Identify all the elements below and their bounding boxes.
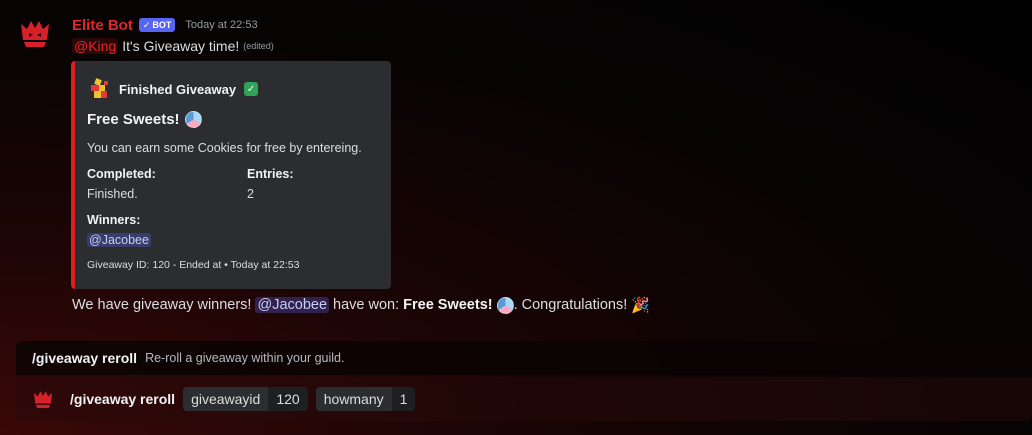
- option-howmany[interactable]: howmany 1: [315, 387, 416, 411]
- command-hint[interactable]: /giveaway reroll Re-roll a giveaway with…: [16, 341, 1032, 375]
- mention-jacobee-winner[interactable]: @Jacobee: [255, 297, 330, 313]
- message-header: Elite Bot ✓ BOT Today at 22:53: [72, 16, 258, 34]
- option-key: howmany: [315, 387, 392, 411]
- embed-description: You can earn some Cookies for free by en…: [87, 141, 362, 155]
- embed-footer: Giveaway ID: 120 - Ended at • Today at 2…: [87, 259, 300, 271]
- field-completed-name: Completed:: [87, 167, 156, 181]
- gift-icon: [91, 78, 108, 98]
- edited-label: (edited): [243, 41, 274, 51]
- bot-message: Elite Bot ✓ BOT Today at 22:53 @King It'…: [0, 0, 1032, 330]
- party-popper-icon: 🎉: [631, 297, 650, 314]
- field-entries-value: 2: [247, 187, 254, 201]
- embed-title-text: Free Sweets!: [87, 111, 180, 128]
- check-mark-icon: ✓: [244, 82, 259, 96]
- winners-message: We have giveaway winners! @Jacobee have …: [72, 296, 650, 314]
- embed-author: Finished Giveaway ✓: [89, 77, 259, 101]
- field-winners-name: Winners:: [87, 213, 141, 227]
- check-icon: ✓: [142, 19, 151, 30]
- bot-avatar[interactable]: [18, 16, 52, 50]
- bot-avatar-small: [33, 391, 53, 409]
- field-entries-name: Entries:: [247, 167, 294, 181]
- shaved-ice-icon: [184, 111, 202, 128]
- option-value[interactable]: 120: [268, 387, 308, 411]
- winners-middle: have won:: [333, 297, 400, 313]
- field-entries: Entries: 2: [247, 167, 294, 201]
- field-winners: Winners: @Jacobee: [87, 213, 151, 247]
- giveaway-embed: Finished Giveaway ✓ Free Sweets! You can…: [71, 61, 391, 289]
- embed-author-name: Finished Giveaway: [119, 81, 237, 97]
- field-completed: Completed: Finished.: [87, 167, 156, 201]
- bot-tag-label: BOT: [152, 20, 172, 30]
- shaved-ice-icon: [496, 296, 514, 314]
- username[interactable]: Elite Bot: [72, 17, 133, 34]
- winners-prize: Free Sweets!: [403, 297, 493, 313]
- winners-prefix: We have giveaway winners!: [72, 297, 252, 313]
- option-key: giveawayid: [183, 387, 269, 411]
- field-completed-value: Finished.: [87, 187, 138, 201]
- timestamp: Today at 22:53: [185, 19, 258, 31]
- command-input-bar[interactable]: /giveaway reroll giveawayid 120 howmany …: [16, 377, 1032, 421]
- option-value[interactable]: 1: [391, 387, 416, 411]
- message-content: @King It's Giveaway time! (edited): [72, 38, 274, 54]
- embed-title: Free Sweets!: [87, 111, 202, 128]
- command-hint-name: /giveaway reroll: [32, 350, 138, 366]
- command-hint-description: Re-roll a giveaway within your guild.: [145, 351, 345, 365]
- command-name: /giveaway reroll: [70, 391, 176, 407]
- bot-tag: ✓ BOT: [138, 18, 176, 32]
- message-text: It's Giveaway time!: [122, 38, 240, 54]
- winners-suffix: . Congratulations!: [513, 297, 628, 313]
- mention-king[interactable]: @King: [72, 38, 119, 54]
- option-giveawayid[interactable]: giveawayid 120: [183, 387, 308, 411]
- mention-jacobee[interactable]: @Jacobee: [87, 233, 151, 247]
